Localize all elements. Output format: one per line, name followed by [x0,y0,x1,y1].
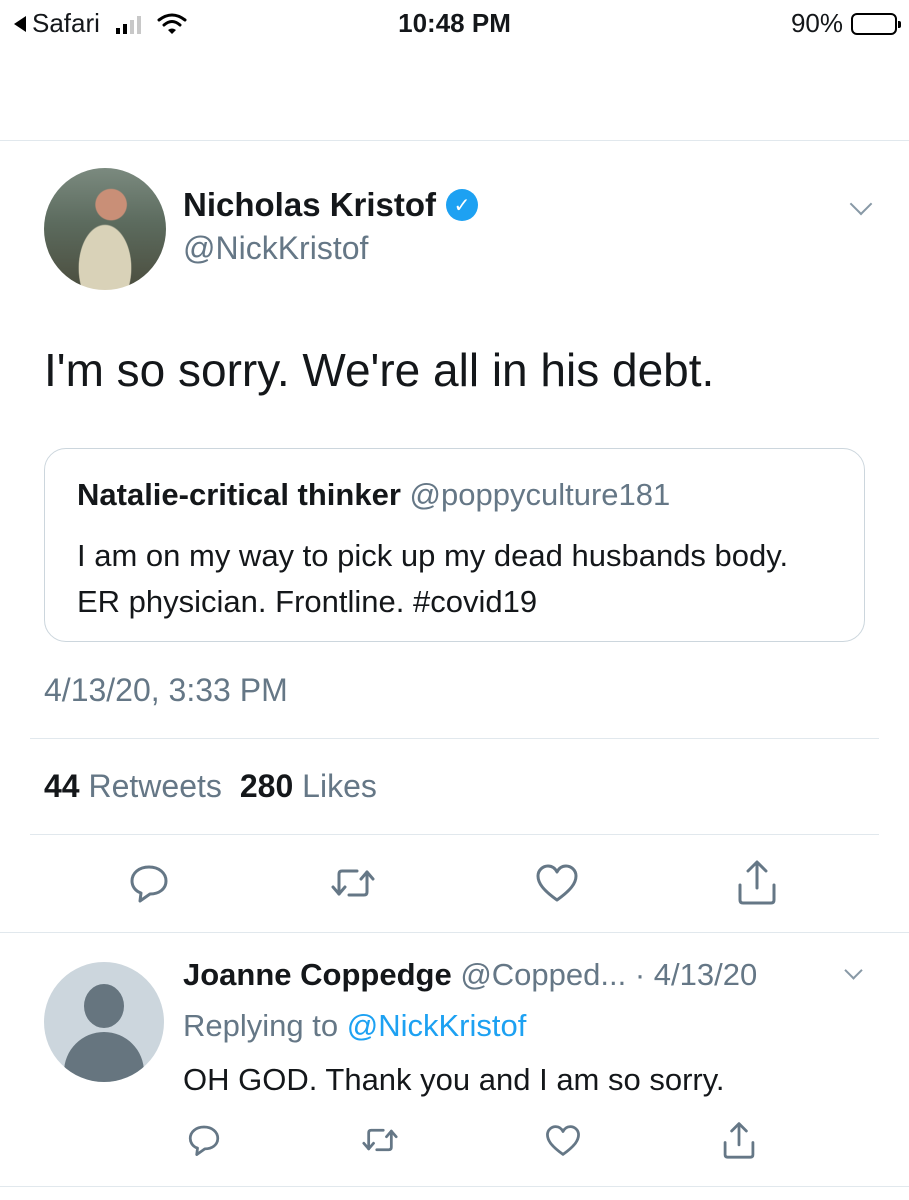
retweets-label: Retweets [88,768,222,804]
reply-retweet-button[interactable] [356,1120,404,1160]
heart-icon [546,1124,580,1156]
retweets-count: 44 [44,768,80,804]
status-bar: Safari 10:48 PM 90% [0,0,909,46]
retweets-stat[interactable]: 44 Retweets [44,768,222,805]
share-button[interactable] [732,856,782,908]
reply-icon [130,865,168,903]
tweet-text: I'm so sorry. We're all in his debt. [44,344,715,396]
likes-count: 280 [239,768,294,804]
battery-status: 90% [790,8,901,39]
share-icon [723,1122,755,1159]
reply-reply-button[interactable] [184,1120,224,1160]
author-avatar[interactable] [44,168,166,290]
reply-menu-chevron-icon[interactable] [844,961,863,980]
reply-header[interactable]: Joanne Coppedge @Copped... · 4/13/20 [183,957,757,993]
retweet-icon [331,869,375,897]
retweet-icon [362,1128,398,1152]
header-divider [0,140,909,141]
reply-meta: @Copped... · 4/13/20 [460,957,758,992]
quoted-tweet-header: Natalie-critical thinker @poppyculture18… [77,477,670,513]
reply-author-name: Joanne Coppedge [183,957,452,992]
reply-button[interactable] [124,860,174,906]
reply-divider [0,932,909,933]
verified-badge-icon: ✓ [446,189,479,221]
like-button[interactable] [532,860,582,906]
reply-share-button[interactable] [718,1118,760,1162]
likes-stat[interactable]: 280 Likes [240,768,377,805]
default-avatar-head-icon [84,984,124,1028]
retweet-button[interactable] [326,860,380,906]
stats-bottom-divider [30,834,879,835]
quoted-author-name: Natalie-critical thinker [77,477,401,512]
reply-text: OH GOD. Thank you and I am so sorry. [183,1062,725,1097]
tweet-stats: 44 Retweets 280 Likes [44,768,377,805]
heart-icon [536,864,578,902]
battery-icon [851,12,901,35]
tweet-timestamp: 4/13/20, 3:33 PM [44,672,288,708]
author-handle[interactable]: @NickKristof [183,230,368,267]
replying-to: Replying to @NickKristof [183,1008,526,1044]
share-icon [738,860,776,905]
battery-percent: 90% [790,8,843,38]
replying-to-link[interactable]: @NickKristof [347,1008,527,1043]
status-time: 10:48 PM [398,8,511,38]
reply-icon [188,1125,220,1156]
tweet-menu-chevron-icon[interactable] [849,192,873,216]
stats-top-divider [30,738,879,739]
reply-avatar[interactable] [44,962,164,1082]
quoted-tweet-text: I am on my way to pick up my dead husban… [77,538,789,619]
bottom-divider [0,1186,909,1187]
likes-label: Likes [302,768,377,804]
reply-like-button[interactable] [542,1120,584,1160]
quoted-tweet[interactable]: Natalie-critical thinker @poppyculture18… [44,448,865,642]
default-avatar-body-icon [64,1032,144,1082]
replying-to-prefix: Replying to [183,1008,339,1043]
author-name-row[interactable]: Nicholas Kristof ✓ [183,186,479,224]
quoted-author-handle: @poppyculture181 [409,477,671,512]
author-name: Nicholas Kristof [183,186,437,223]
